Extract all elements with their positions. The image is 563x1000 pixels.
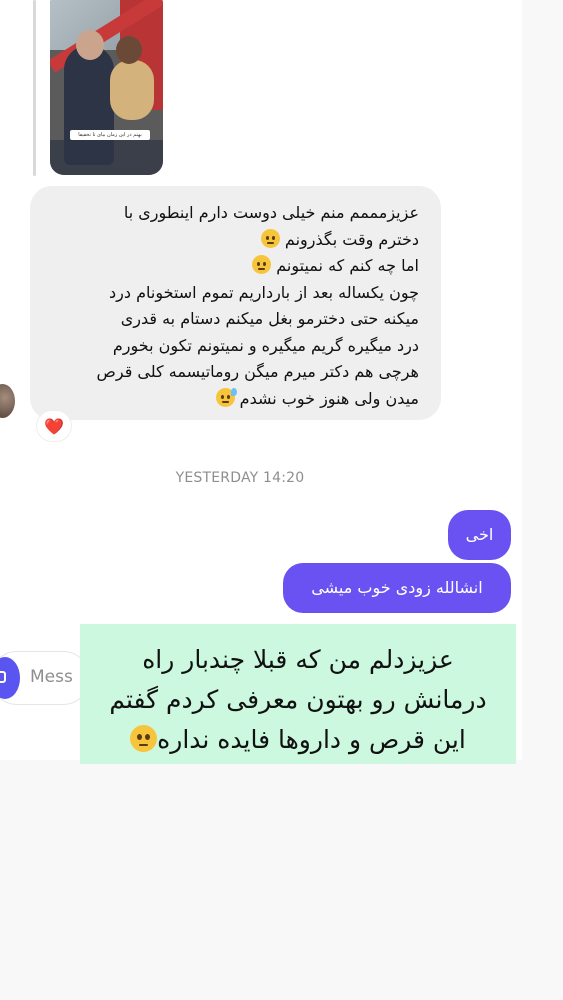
incoming-message-line: اما چه کنم که نمیتونم	[46, 253, 419, 280]
photo-person-adult	[64, 45, 114, 165]
overlay-line: این قرص و داروها فایده نداره	[90, 720, 506, 760]
sweat-drop	[230, 387, 237, 396]
incoming-message-line: میدن ولی هنوز خوب نشدم	[46, 386, 419, 413]
pleading-face-icon	[130, 725, 158, 752]
photo-person-adult-head	[76, 30, 104, 60]
reply-indicator-line	[33, 0, 36, 176]
overlay-text: این قرص و داروها فایده نداره	[157, 725, 466, 754]
outgoing-message-text: انشالله زودی خوب میشی	[311, 578, 483, 597]
shared-photo[interactable]: بهتم در این زمان بیای تا تخفیفا	[50, 0, 163, 175]
incoming-message-text: اما چه کنم که نمیتونم	[276, 256, 419, 275]
incoming-message-line: چون یکساله بعد از بارداریم تموم استخونام…	[109, 282, 419, 302]
photo-person-child	[110, 60, 154, 120]
incoming-message-line: هرچی هم دکتر میرم میگن روماتیسمه کلی قرص	[96, 362, 419, 381]
photo-person-child-head	[116, 36, 142, 64]
overlay-line: درمانش رو بهتون معرفی کردم گفتم	[109, 685, 487, 714]
outgoing-message-bubble[interactable]: اخی	[448, 510, 511, 560]
incoming-message-line: درد میگیره گریم میگیره و نمیتونم تکون بخ…	[112, 335, 419, 355]
message-reaction[interactable]: ❤️	[36, 410, 72, 442]
photo-caption: بهتم در این زمان بیای تا تخفیفا	[70, 130, 150, 140]
overlay-line: عزیزدلم من که قبلا چندبار راه	[142, 645, 454, 674]
incoming-message-line: دخترم وقت بگذرونم	[46, 227, 419, 254]
camera-icon	[0, 671, 6, 683]
right-margin	[522, 0, 563, 760]
message-timestamp: YESTERDAY 14:20	[175, 470, 305, 486]
incoming-message-bubble[interactable]: عزیزمممم منم خیلی دوست دارم اینطوری با د…	[30, 186, 441, 420]
pleading-face-icon	[260, 228, 280, 248]
incoming-message-text: دخترم وقت بگذرونم	[284, 229, 419, 249]
heart-icon: ❤️	[44, 416, 64, 436]
outgoing-message-text: اخی	[465, 525, 494, 544]
overlay-reply-text: عزیزدلم من که قبلا چندبار راه درمانش رو …	[80, 624, 516, 764]
melting-face-icon	[252, 255, 272, 274]
incoming-message-text: میدن ولی هنوز خوب نشدم	[239, 388, 419, 408]
message-input[interactable]: Mess	[30, 667, 73, 687]
incoming-message-line: میکنه حتی دخترمو بغل میکنم دستام به قدری	[120, 309, 419, 328]
downcast-sweat-face-icon	[215, 387, 237, 407]
incoming-message-line: عزیزمممم منم خیلی دوست دارم اینطوری با	[123, 203, 419, 222]
outgoing-message-bubble[interactable]: انشالله زودی خوب میشی	[283, 563, 511, 613]
